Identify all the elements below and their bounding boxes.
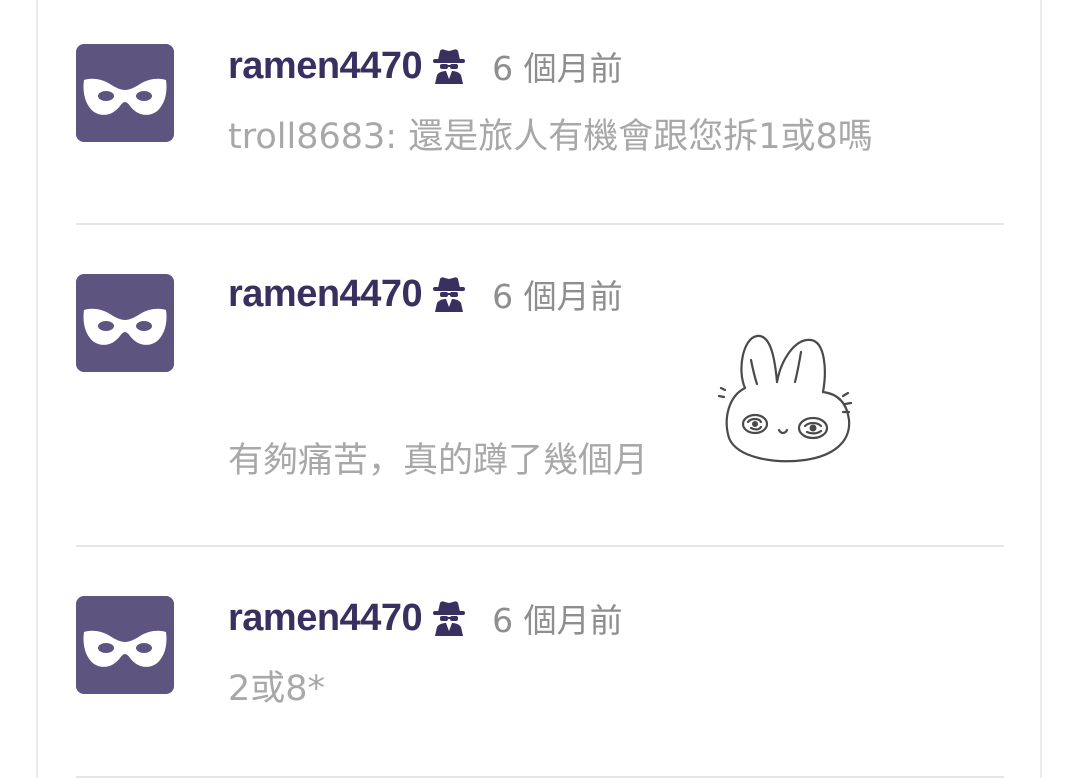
avatar[interactable] [76, 596, 174, 694]
username[interactable]: ramen4470 [228, 597, 423, 640]
comment-item: ramen4470 6 個月前 2或8* [0, 0, 1080, 778]
comment-text: 2或8* [228, 669, 326, 709]
mask-icon [83, 630, 167, 667]
comment-meta: ramen4470 6 個月前 [228, 596, 623, 641]
timestamp: 6 個月前 [492, 601, 623, 640]
spy-icon [433, 601, 466, 636]
